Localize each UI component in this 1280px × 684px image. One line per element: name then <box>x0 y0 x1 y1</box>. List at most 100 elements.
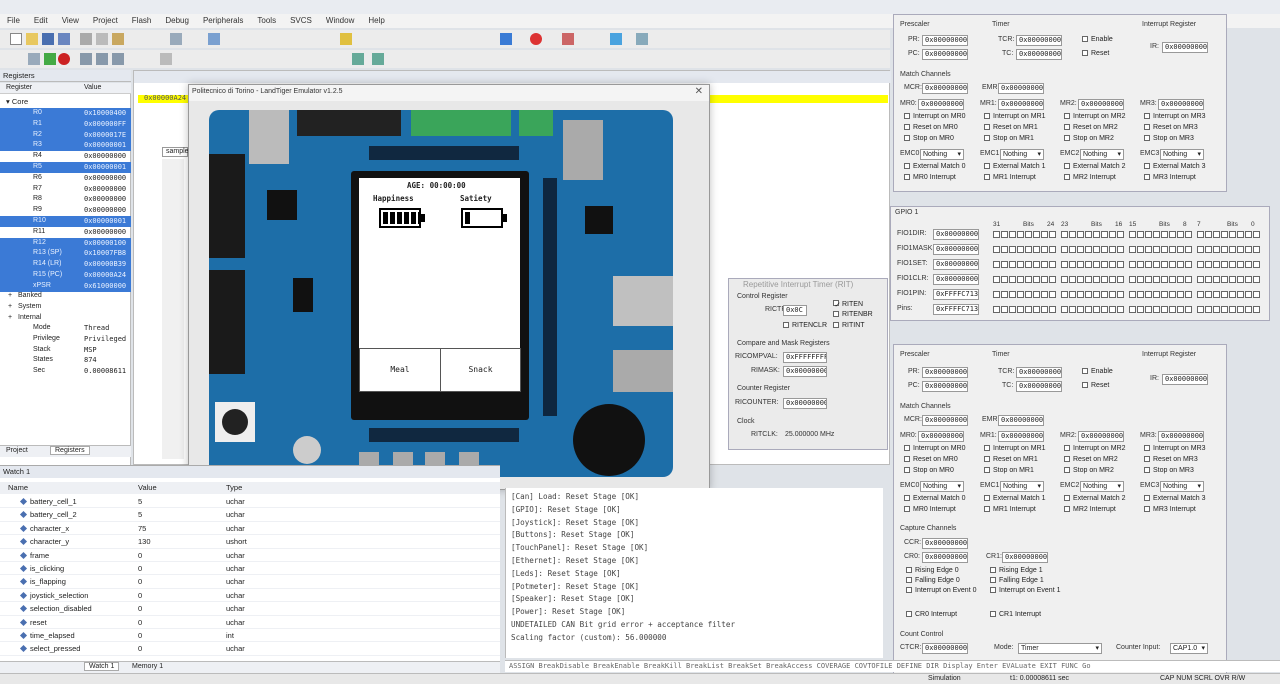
watch-row[interactable]: battery_cell_1 5 uchar <box>0 495 500 509</box>
gpio-bit-checkbox[interactable] <box>1153 231 1160 238</box>
interrupt-event-0-checkbox[interactable]: Interrupt on Event 0 <box>906 587 976 594</box>
step-out-icon[interactable] <box>112 53 124 65</box>
gpio-bit-checkbox[interactable] <box>1049 261 1056 268</box>
gpio-bit-checkbox[interactable] <box>1061 276 1068 283</box>
gpio-bit-checkbox[interactable] <box>993 231 1000 238</box>
gpio-bit-checkbox[interactable] <box>1093 261 1100 268</box>
falling-edge-0-checkbox[interactable]: Falling Edge 0 <box>906 577 960 584</box>
mcr-field[interactable]: 0x00000000 <box>922 415 968 426</box>
gpio-bit-checkbox[interactable] <box>1061 246 1068 253</box>
register-value[interactable]: 0x00000000 <box>84 194 126 204</box>
gpio-bit-checkbox[interactable] <box>993 246 1000 253</box>
gpio-bit-checkbox[interactable] <box>1197 306 1204 313</box>
gpio-bit-checkbox[interactable] <box>1041 276 1048 283</box>
gpio-bit-checkbox[interactable] <box>1169 291 1176 298</box>
gpio-bit-checkbox[interactable] <box>1093 246 1100 253</box>
ricounter-field[interactable]: 0x00000000 <box>783 398 827 409</box>
watch-row[interactable]: character_x 75 uchar <box>0 522 500 536</box>
mr-interrupt-checkbox[interactable]: MR1 Interrupt <box>984 506 1036 513</box>
gpio-bit-checkbox[interactable] <box>1205 291 1212 298</box>
watch-value[interactable]: 0 <box>138 616 142 629</box>
watch-value[interactable]: 5 <box>138 495 142 508</box>
gpio-bit-checkbox[interactable] <box>1009 231 1016 238</box>
register-value[interactable]: 0x00000001 <box>84 216 126 226</box>
mr-option-checkbox[interactable]: Interrupt on MR0 <box>904 445 966 452</box>
register-row[interactable]: R12 0x00000100 <box>0 237 131 249</box>
gpio-bit-checkbox[interactable] <box>1001 276 1008 283</box>
gpio-bit-checkbox[interactable] <box>1237 291 1244 298</box>
mr-option-checkbox[interactable]: Reset on MR2 <box>1064 124 1118 131</box>
watch-value[interactable]: 75 <box>138 522 146 535</box>
mr-option-checkbox[interactable]: Interrupt on MR1 <box>984 113 1046 120</box>
gpio-bit-checkbox[interactable] <box>1117 231 1124 238</box>
gpio-bit-checkbox[interactable] <box>1185 231 1192 238</box>
reset-cpu-icon[interactable] <box>28 53 40 65</box>
gpio-bit-checkbox[interactable] <box>1093 306 1100 313</box>
gpio-bit-checkbox[interactable] <box>1153 306 1160 313</box>
mr-option-checkbox[interactable]: Stop on MR3 <box>1144 135 1194 142</box>
menu-item-peripherals[interactable]: Peripherals <box>196 14 250 28</box>
watch-value[interactable]: 0 <box>138 562 142 575</box>
register-value[interactable]: 0x10000400 <box>84 108 126 118</box>
save-all-icon[interactable] <box>58 33 70 45</box>
gpio-bit-checkbox[interactable] <box>1145 231 1152 238</box>
gpio-bit-checkbox[interactable] <box>1069 261 1076 268</box>
register-value[interactable]: 0x00000100 <box>84 238 126 248</box>
mr-option-checkbox[interactable]: Stop on MR1 <box>984 467 1034 474</box>
cut-icon[interactable] <box>80 33 92 45</box>
gpio-bit-checkbox[interactable] <box>1069 231 1076 238</box>
gpio-bit-checkbox[interactable] <box>1177 246 1184 253</box>
mr-option-checkbox[interactable]: Stop on MR2 <box>1064 135 1114 142</box>
gpio-bit-checkbox[interactable] <box>1129 291 1136 298</box>
gpio-bit-checkbox[interactable] <box>1025 291 1032 298</box>
external-match-checkbox[interactable]: External Match 0 <box>904 163 966 170</box>
register-value[interactable]: 0x61000000 <box>84 281 126 291</box>
gpio-bit-checkbox[interactable] <box>1109 291 1116 298</box>
emr-field[interactable]: 0x00000000 <box>998 83 1044 94</box>
gpio-bit-checkbox[interactable] <box>1245 276 1252 283</box>
gpio-bit-checkbox[interactable] <box>1001 261 1008 268</box>
tcr-field[interactable]: 0x00000000 <box>1016 367 1062 378</box>
mr-field[interactable]: 0x00000000 <box>918 99 964 110</box>
gpio-bit-checkbox[interactable] <box>1253 246 1260 253</box>
gpio-bit-checkbox[interactable] <box>1169 276 1176 283</box>
gpio-bit-checkbox[interactable] <box>1161 291 1168 298</box>
gpio-bit-checkbox[interactable] <box>1017 276 1024 283</box>
gpio-bit-checkbox[interactable] <box>1253 306 1260 313</box>
gpio-bit-checkbox[interactable] <box>1101 231 1108 238</box>
tab-registers[interactable]: Registers <box>50 446 90 455</box>
watch-value[interactable]: 0 <box>138 602 142 615</box>
ir-field[interactable]: 0x00000000 <box>1162 42 1208 53</box>
gpio-reg-field[interactable]: 0xFFFFC713 <box>933 289 979 300</box>
gpio-bit-checkbox[interactable] <box>1205 231 1212 238</box>
mcr-field[interactable]: 0x00000000 <box>922 83 968 94</box>
gpio-bit-checkbox[interactable] <box>1161 231 1168 238</box>
menu-item-help[interactable]: Help <box>361 14 391 28</box>
gpio-bit-checkbox[interactable] <box>993 261 1000 268</box>
register-group[interactable]: + System <box>0 302 131 313</box>
gpio-bit-checkbox[interactable] <box>1117 276 1124 283</box>
gpio-bit-checkbox[interactable] <box>1093 276 1100 283</box>
gpio-bit-checkbox[interactable] <box>1229 306 1236 313</box>
gpio-reg-field[interactable]: 0x00000000 <box>933 229 979 240</box>
gpio-bit-checkbox[interactable] <box>1229 231 1236 238</box>
rising-edge-0-checkbox[interactable]: Rising Edge 0 <box>906 567 959 574</box>
gpio-bit-checkbox[interactable] <box>1213 306 1220 313</box>
tab-project[interactable]: Project <box>6 447 28 454</box>
menu-item-svcs[interactable]: SVCS <box>283 14 319 28</box>
register-value[interactable]: 0x00000000 <box>84 184 126 194</box>
mr-interrupt-checkbox[interactable]: MR1 Interrupt <box>984 174 1036 181</box>
gpio-bit-checkbox[interactable] <box>1061 291 1068 298</box>
mr-option-checkbox[interactable]: Stop on MR1 <box>984 135 1034 142</box>
gpio-bit-checkbox[interactable] <box>1041 231 1048 238</box>
external-match-checkbox[interactable]: External Match 2 <box>1064 495 1126 502</box>
gpio-bit-checkbox[interactable] <box>1245 261 1252 268</box>
register-row[interactable]: R5 0x00000001 <box>0 162 131 173</box>
tc-field[interactable]: 0x00000000 <box>1016 381 1062 392</box>
gpio-bit-checkbox[interactable] <box>1185 276 1192 283</box>
gpio-bit-checkbox[interactable] <box>1033 291 1040 298</box>
gpio-bit-checkbox[interactable] <box>1137 246 1144 253</box>
register-group[interactable]: + Banked <box>0 291 131 302</box>
mr-option-checkbox[interactable]: Stop on MR0 <box>904 135 954 142</box>
ritenclr-checkbox[interactable]: RITENCLR <box>783 322 827 329</box>
